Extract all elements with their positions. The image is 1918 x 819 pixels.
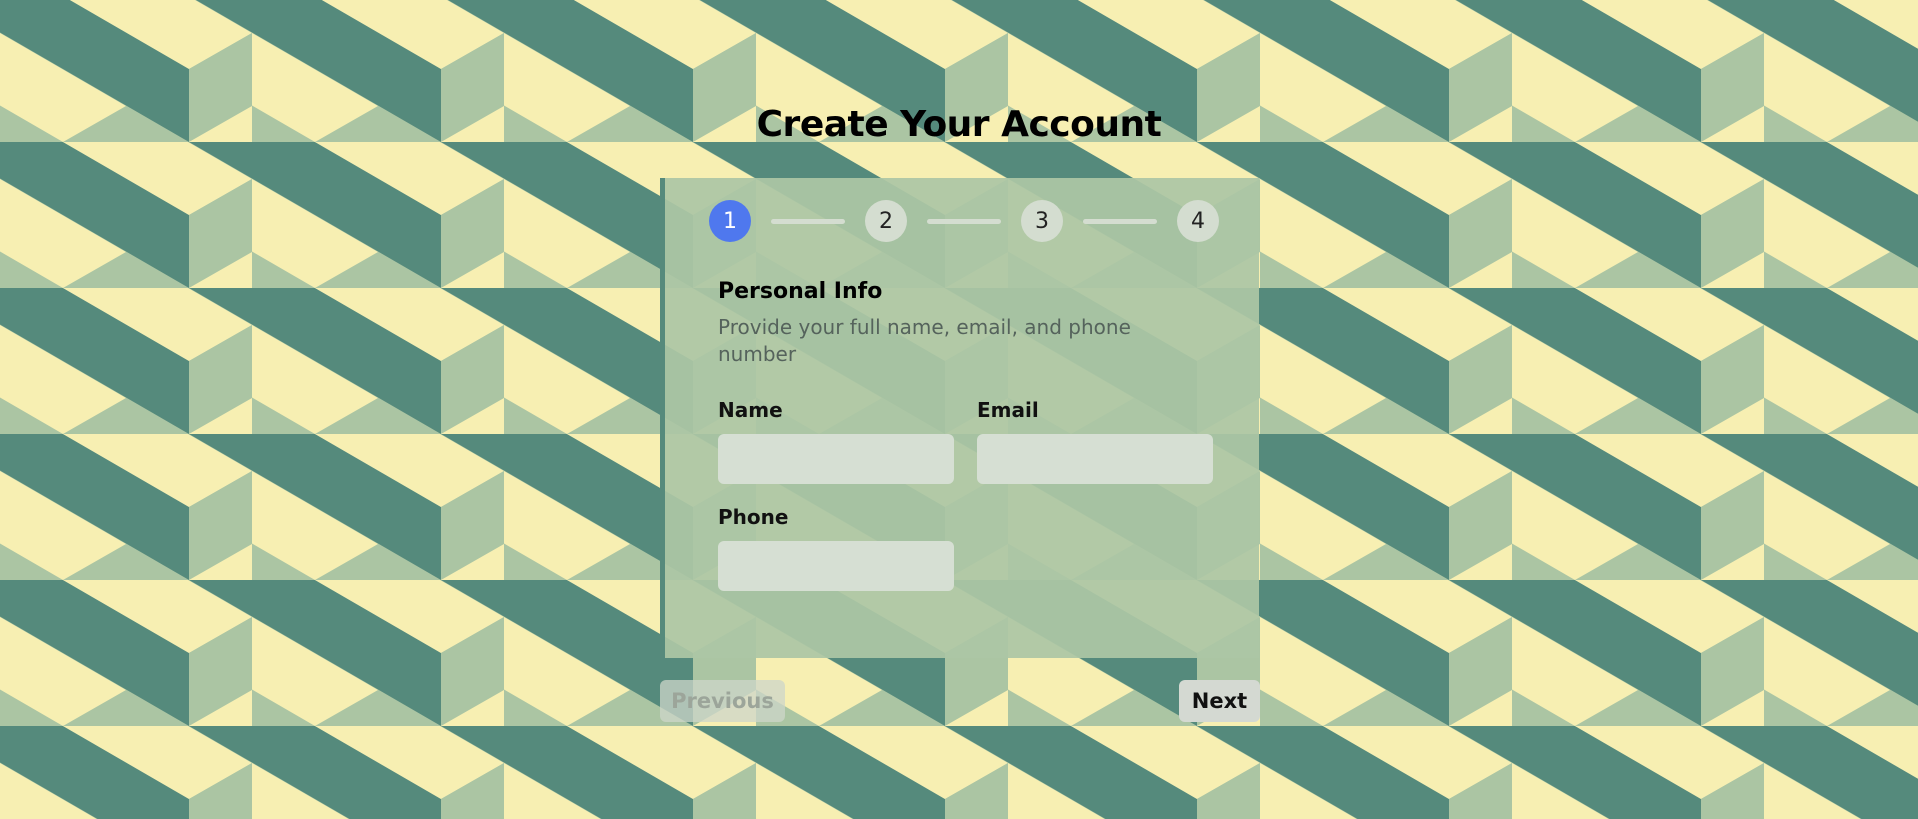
step-connector	[1083, 219, 1157, 224]
step-1-indicator[interactable]: 1	[709, 200, 751, 242]
phone-input[interactable]	[718, 541, 954, 591]
name-label: Name	[718, 398, 783, 422]
step-connector	[927, 219, 1001, 224]
section-title: Personal Info	[718, 279, 883, 304]
step-3-indicator[interactable]: 3	[1021, 200, 1063, 242]
email-label: Email	[977, 398, 1039, 422]
section-description: Provide your full name, email, and phone…	[718, 315, 1131, 366]
next-button[interactable]: Next	[1179, 680, 1260, 722]
step-4-indicator[interactable]: 4	[1177, 200, 1219, 242]
stepper: 1 2 3 4	[709, 200, 1229, 242]
signup-card: 1 2 3 4 Personal Info Provide your full …	[660, 178, 1259, 658]
email-input[interactable]	[977, 434, 1213, 484]
page-title: Create Your Account	[756, 104, 1162, 145]
phone-label: Phone	[718, 505, 789, 529]
previous-button[interactable]: Previous	[660, 680, 785, 722]
step-2-indicator[interactable]: 2	[865, 200, 907, 242]
step-connector	[771, 219, 845, 224]
name-input[interactable]	[718, 434, 954, 484]
